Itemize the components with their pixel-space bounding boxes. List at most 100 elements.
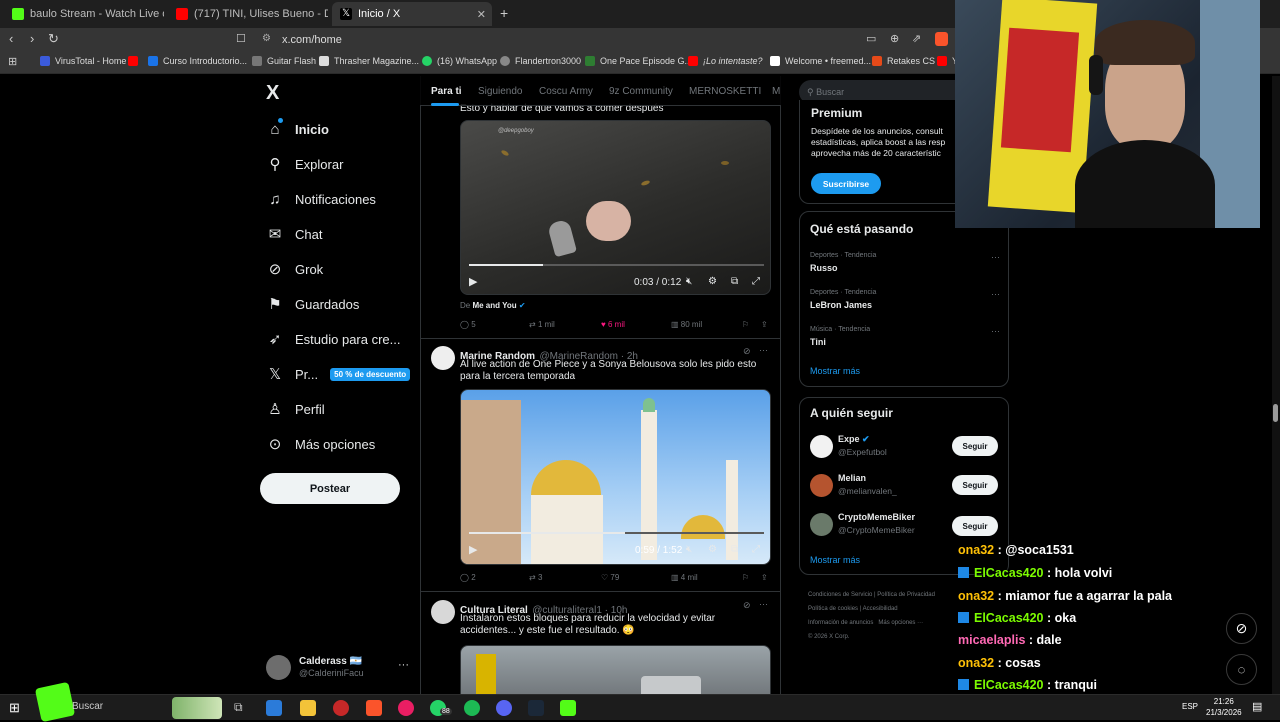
share-button[interactable]: ⇪ [761, 573, 768, 582]
tab-youtube[interactable]: (717) TINI, Ulises Bueno - Dos Amant [168, 2, 328, 26]
tab-kick[interactable]: baulo Stream - Watch Live on Ki [4, 2, 164, 26]
fullscreen-icon[interactable]: ⤢ [752, 544, 760, 555]
discord-icon[interactable] [496, 700, 512, 716]
footer-link[interactable]: Información de anuncios [808, 620, 873, 626]
fullscreen-icon[interactable]: ⤢ [752, 276, 760, 287]
views-button[interactable]: ▥ 4 mil [671, 573, 698, 582]
nav-item-chat[interactable]: ✉ Chat [266, 219, 323, 249]
footer-link[interactable]: Más opciones ··· [878, 620, 923, 626]
zoom-icon[interactable]: ⊕ [890, 32, 899, 45]
tab-for-you[interactable]: Para ti [431, 86, 462, 97]
mute-icon[interactable]: 🔇︎ [686, 544, 692, 555]
tab-x[interactable]: 𝕏 Inicio / X ✕ [332, 2, 492, 26]
account-switcher[interactable]: Calderass 🇦🇷 @CalderiniFacu ··· [266, 655, 416, 681]
video-progress-track[interactable] [469, 264, 764, 266]
follow-button[interactable]: Seguir [952, 475, 998, 495]
site-info-icon[interactable]: ⚙ [262, 33, 271, 44]
trend-item[interactable]: Música · Tendencia Tini ··· [810, 326, 1000, 347]
follow-button[interactable]: Seguir [952, 436, 998, 456]
share-icon[interactable]: ⇗ [912, 32, 921, 45]
more-dots-icon[interactable]: ··· [991, 326, 1000, 336]
file-explorer-icon[interactable] [300, 700, 316, 716]
chat-username[interactable]: ElCacas420 [974, 566, 1044, 580]
nav-item-notifications[interactable]: ♫ Notificaciones [266, 184, 376, 214]
tab-9z-community[interactable]: 9z Community [609, 86, 673, 97]
forward-icon[interactable]: › [30, 31, 34, 46]
bookmark-item[interactable]: ¡Lo intentaste? [688, 56, 763, 66]
chat-username[interactable]: ona32 [958, 656, 994, 670]
trend-item[interactable]: Deportes · Tendencia LeBron James ··· [810, 289, 1000, 310]
nav-item-explore[interactable]: ⚲ Explorar [266, 149, 344, 179]
chat-username[interactable]: ElCacas420 [974, 678, 1044, 692]
scrollbar-thumb[interactable] [1273, 404, 1278, 422]
chat-username[interactable]: ElCacas420 [974, 611, 1044, 625]
scrollbar[interactable] [1272, 76, 1280, 694]
cast-icon[interactable]: ▭ [866, 32, 876, 45]
views-button[interactable]: ▥ 80 mil [671, 320, 702, 329]
x-logo[interactable]: X [266, 82, 279, 105]
messages-float-button[interactable]: ◌ [1226, 654, 1257, 685]
app-icon[interactable] [333, 700, 349, 716]
play-icon[interactable]: ▶ [469, 543, 477, 556]
back-icon[interactable]: ‹ [9, 31, 13, 46]
bookmark-button[interactable]: ⚐ [742, 573, 749, 582]
bookmark-item[interactable] [128, 56, 143, 66]
clock[interactable]: 21:26 21/3/2026 [1206, 696, 1242, 718]
chat-username[interactable]: ona32 [958, 543, 994, 557]
bookmark-item[interactable]: Thrasher Magazine... [319, 56, 419, 66]
bookmark-item[interactable]: Curso Introductorio... [148, 56, 247, 66]
tab-coscu-army[interactable]: Coscu Army [539, 86, 593, 97]
language-indicator[interactable]: ESP [1182, 702, 1198, 711]
pip-icon[interactable]: ⧉ [731, 276, 738, 287]
new-tab-button[interactable]: + [500, 5, 508, 21]
nav-item-more[interactable]: ⊙ Más opciones [266, 429, 376, 459]
footer-link[interactable]: Condiciones de Servicio [808, 592, 872, 598]
more-dots-icon[interactable]: ··· [759, 345, 768, 355]
settings-icon[interactable]: ⚙ [708, 544, 717, 555]
grok-icon[interactable]: ⊘ [743, 346, 751, 357]
repost-button[interactable]: ⇄ 1 mil [529, 320, 555, 329]
nav-item-premium[interactable]: 𝕏 Pr... 50 % de descuento [266, 359, 411, 389]
nav-item-bookmarks[interactable]: ⚑ Guardados [266, 289, 359, 319]
tab-following[interactable]: Siguiendo [478, 86, 522, 97]
nav-item-creator-studio[interactable]: ➶ Estudio para cre... [266, 324, 401, 354]
bookmark-item[interactable]: One Pace Episode G... [585, 56, 692, 66]
brave-shield-icon[interactable] [935, 32, 948, 46]
bookmark-item[interactable]: Welcome • freemed... [770, 56, 871, 66]
settings-icon[interactable]: ⚙ [708, 276, 717, 287]
video-progress-track[interactable] [469, 532, 764, 534]
url-field[interactable]: ⚙ x.com/home [256, 30, 956, 50]
subscribe-button[interactable]: Suscribirse [811, 173, 881, 194]
footer-link[interactable]: Política de Privacidad [877, 592, 935, 598]
brave-icon[interactable] [366, 700, 382, 716]
taskbar-search[interactable]: Buscar [72, 701, 103, 712]
reply-button[interactable]: ◯ 5 [460, 320, 476, 329]
close-tab-icon[interactable]: ✕ [477, 8, 486, 21]
bookmark-item[interactable]: (16) WhatsApp [422, 56, 497, 66]
bookmark-page-icon[interactable]: ☐ [236, 32, 246, 45]
windows-start-icon[interactable]: ⊞ [9, 700, 20, 716]
store-icon[interactable] [266, 700, 282, 716]
chat-username[interactable]: ona32 [958, 589, 994, 603]
follow-item[interactable]: Melian @melianvalen_ Seguir [800, 471, 1008, 501]
show-more-link[interactable]: Mostrar más [810, 555, 860, 565]
tweet-video[interactable]: ▶ 0:59 / 1:52 🔇︎ ⚙ ⧉ ⤢ [460, 389, 771, 565]
footer-link[interactable]: Accesibilidad [863, 606, 898, 612]
footer-link[interactable]: Política de cookies [808, 606, 858, 612]
bookmark-item[interactable]: Flandertron3000 [500, 56, 581, 66]
more-dots-icon[interactable]: ··· [759, 599, 768, 609]
spotify-icon[interactable] [464, 700, 480, 716]
notification-center-icon[interactable]: ▤ [1252, 700, 1262, 713]
bookmark-item[interactable]: Guitar Flash [252, 56, 316, 66]
apps-grid-icon[interactable]: ⊞ [8, 55, 17, 68]
bookmark-button[interactable]: ⚐ [742, 320, 749, 329]
tab-mernosketti[interactable]: MERNOSKETTI [689, 86, 761, 97]
more-dots-icon[interactable]: ··· [398, 659, 409, 671]
avatar[interactable] [431, 346, 455, 370]
tweet-image[interactable] [460, 645, 771, 696]
repost-button[interactable]: ⇄ 3 [529, 573, 542, 582]
nav-item-home[interactable]: ⌂ Inicio [266, 114, 329, 144]
more-dots-icon[interactable]: ··· [991, 252, 1000, 262]
show-more-link[interactable]: Mostrar más [810, 366, 860, 376]
nav-item-profile[interactable]: ♙ Perfil [266, 394, 324, 424]
